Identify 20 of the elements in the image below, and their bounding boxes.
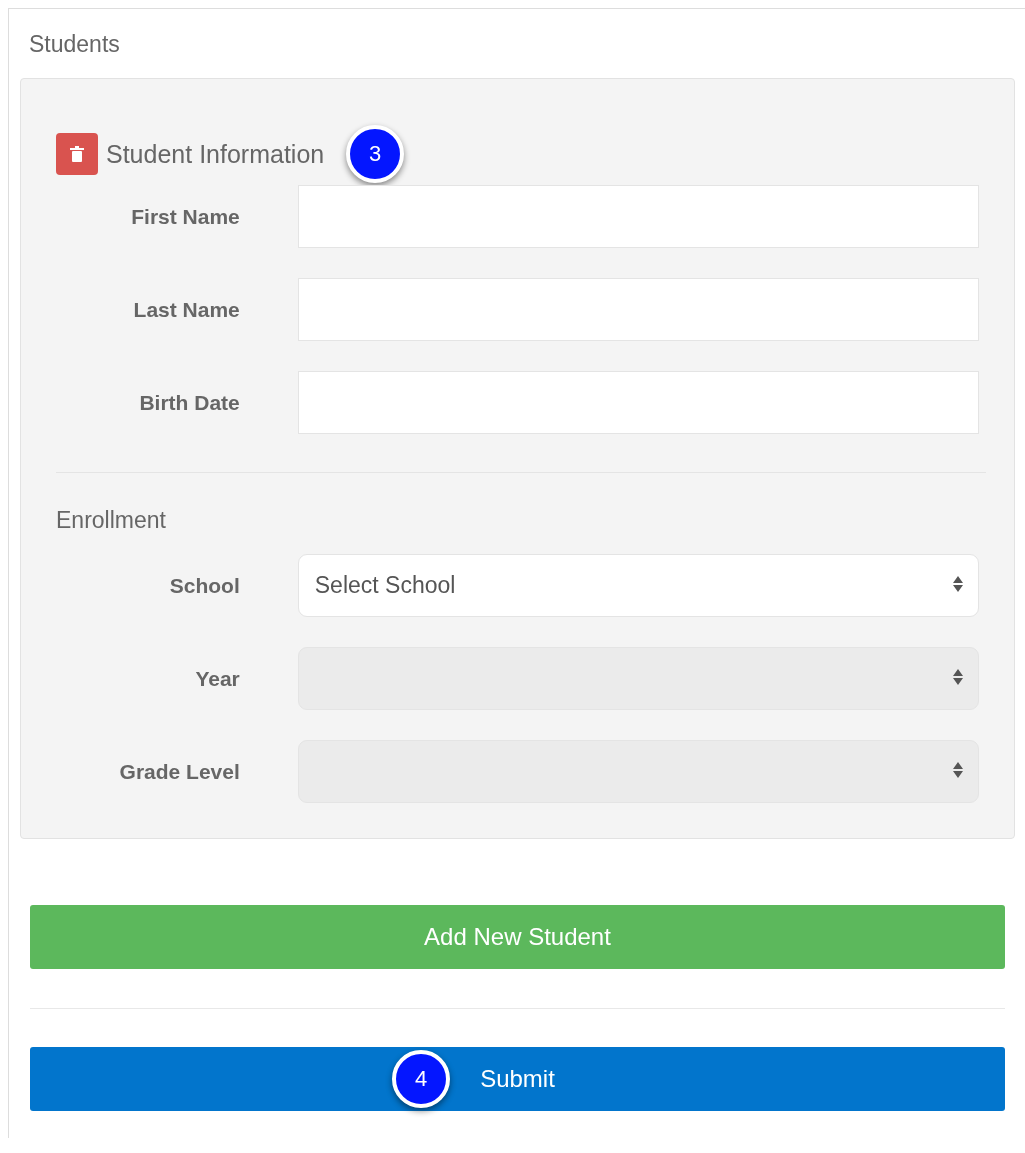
field-label: School <box>168 573 240 598</box>
field-label: Last Name <box>132 297 240 322</box>
section-title: Students <box>28 31 120 58</box>
panel-title: Student Information <box>106 139 325 169</box>
delete-button[interactable] <box>56 133 98 175</box>
subsection-title: Enrollment <box>56 507 166 534</box>
input-field[interactable] <box>297 185 979 248</box>
select-field[interactable]: Select School <box>297 554 979 617</box>
field-label: Grade Level <box>118 759 240 784</box>
up-down-arrows-icon <box>952 668 964 686</box>
field-label: Birth Date <box>138 390 240 415</box>
input-field[interactable] <box>297 371 979 434</box>
input-field[interactable] <box>297 278 979 341</box>
up-down-arrows-icon <box>952 761 964 779</box>
up-down-arrows-icon <box>952 575 964 593</box>
field-label: First Name <box>130 204 240 229</box>
trash-icon <box>70 146 84 162</box>
button[interactable]: Add New Student <box>30 905 1005 969</box>
field-label: Year <box>194 666 240 691</box>
callout-badge: 3 <box>346 125 405 183</box>
